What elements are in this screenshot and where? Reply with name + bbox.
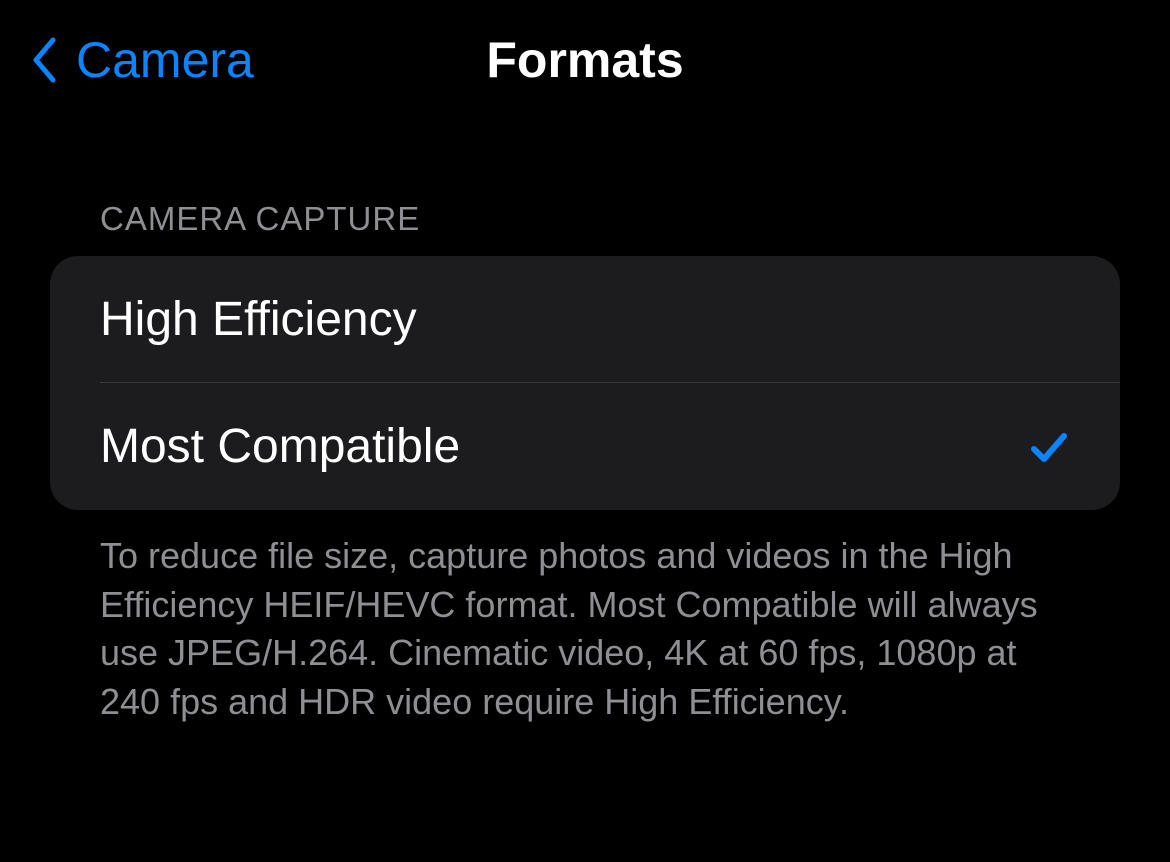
back-label: Camera — [76, 31, 254, 89]
checkmark-icon — [1028, 426, 1070, 468]
option-label: Most Compatible — [100, 419, 460, 474]
option-high-efficiency[interactable]: High Efficiency — [50, 256, 1120, 383]
options-list: High Efficiency Most Compatible — [50, 256, 1120, 510]
chevron-left-icon — [30, 36, 58, 84]
content-area: CAMERA CAPTURE High Efficiency Most Comp… — [0, 200, 1170, 726]
option-most-compatible[interactable]: Most Compatible — [50, 383, 1120, 510]
navigation-header: Camera Formats — [0, 0, 1170, 120]
back-button[interactable]: Camera — [30, 31, 254, 89]
option-label: High Efficiency — [100, 292, 417, 347]
section-footer: To reduce file size, capture photos and … — [50, 510, 1120, 726]
page-title: Formats — [486, 31, 683, 89]
section-header: CAMERA CAPTURE — [50, 200, 1120, 238]
